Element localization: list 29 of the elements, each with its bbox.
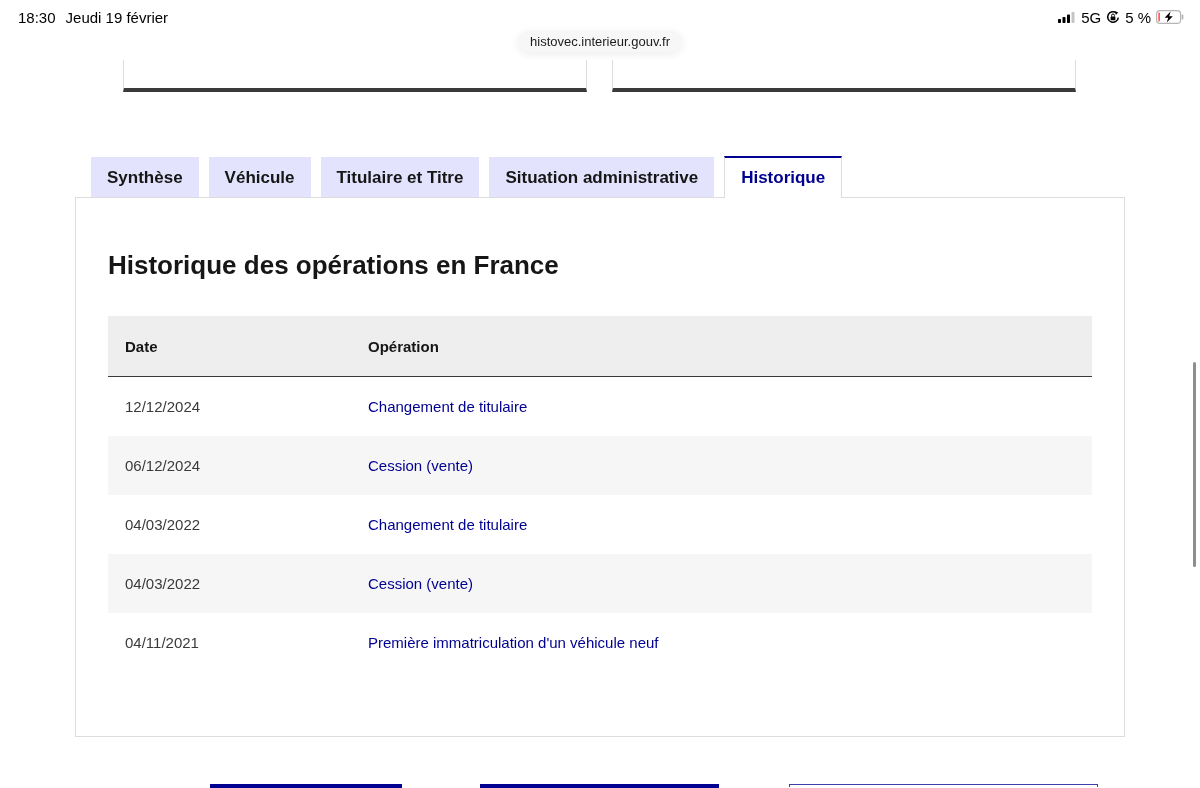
- date-cell: 04/03/2022: [125, 575, 201, 592]
- rotation-lock-icon: [1106, 10, 1121, 24]
- primary-button[interactable]: [210, 784, 402, 788]
- tab[interactable]: Situation administrative: [489, 157, 715, 198]
- url-bar[interactable]: histovec.interieur.gouv.fr: [518, 31, 682, 52]
- date-cell: 04/11/2021: [125, 634, 199, 651]
- operation-cell: Changement de titulaire: [368, 398, 528, 415]
- signal-icon: [1058, 11, 1077, 23]
- operation-cell: Cession (vente): [368, 457, 474, 474]
- tab[interactable]: Synthèse: [91, 157, 199, 198]
- primary-button[interactable]: [480, 784, 719, 788]
- tab[interactable]: Titulaire et Titre: [320, 157, 480, 198]
- network-label: 5G: [1081, 8, 1102, 26]
- date-cell: 12/12/2024: [125, 398, 201, 415]
- status-date: Jeudi 19 février: [65, 8, 169, 26]
- date-cell: 06/12/2024: [125, 457, 201, 474]
- section-title: Historique des opérations en France: [108, 249, 560, 281]
- operation-cell: Changement de titulaire: [368, 516, 528, 533]
- tab[interactable]: Historique: [724, 156, 843, 198]
- secondary-button[interactable]: [789, 784, 1098, 787]
- status-time: 18:30: [18, 8, 56, 26]
- operation-cell: Première immatriculation d'un véhicule neuf: [368, 634, 659, 651]
- column-header: Date: [125, 337, 158, 355]
- date-cell: 04/03/2022: [125, 516, 201, 533]
- column-header: Opération: [368, 337, 439, 355]
- battery-percent: 5 %: [1125, 8, 1151, 26]
- battery-icon: [1156, 10, 1184, 24]
- tab[interactable]: Véhicule: [208, 157, 311, 198]
- operation-cell: Cession (vente): [368, 575, 474, 592]
